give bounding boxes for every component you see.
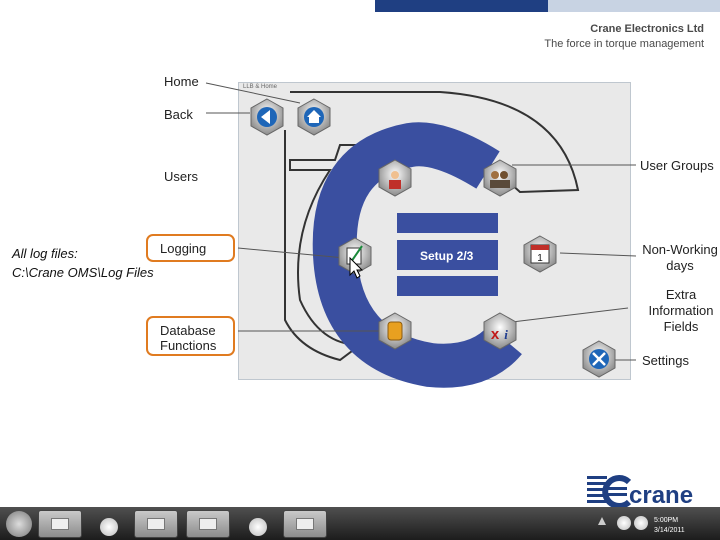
callout-non-working-line1: Non-Working (642, 242, 718, 257)
callout-logging: Logging (160, 241, 207, 256)
callout-home: Home (164, 74, 199, 89)
callout-non-working: Non-Working days (640, 242, 720, 274)
callout-non-working-line2: days (666, 258, 694, 273)
nonworking-leader (559, 252, 637, 257)
settings-icon[interactable] (582, 340, 616, 378)
callout-database-box: Database Functions (146, 316, 235, 356)
svg-text:crane: crane (629, 482, 693, 509)
extrainfo-leader (511, 307, 629, 323)
note-line1: All log files: (12, 246, 78, 261)
taskbar-button-1[interactable] (38, 510, 82, 538)
callout-database-line1: Database (160, 323, 216, 338)
center-bar-top (397, 213, 498, 233)
callout-extra-line3: Fields (663, 319, 699, 334)
calendar-icon[interactable]: 1 (523, 235, 557, 273)
callout-extra-info: Extra Information Fields (644, 287, 718, 335)
clock-time: 5:00PM (654, 517, 679, 524)
callout-back: Back (164, 107, 193, 122)
taskbar-button-3[interactable] (186, 510, 230, 538)
taskbar-dot-2[interactable] (249, 518, 267, 536)
home-icon[interactable] (297, 98, 331, 136)
svg-text:1: 1 (537, 253, 543, 264)
callout-logging-box: Logging (146, 234, 235, 262)
taskbar-dot-1[interactable] (100, 518, 118, 536)
log-files-note: All log files: C:\Crane OMS\Log Files (12, 244, 154, 282)
home-leader (205, 82, 301, 104)
note-line2: C:\Crane OMS\Log Files (12, 265, 154, 280)
back-icon[interactable] (250, 98, 284, 136)
callout-settings: Settings (642, 353, 689, 368)
taskbar (0, 507, 720, 540)
callout-extra-line2: Information (648, 303, 714, 318)
tray-icon-2[interactable] (634, 516, 648, 530)
taskbar-button-4[interactable] (283, 510, 327, 538)
callout-database-line2: Functions (160, 338, 217, 353)
tray-arrow-icon[interactable] (598, 517, 606, 525)
taskbar-button-2[interactable] (134, 510, 178, 538)
setup-label: Setup 2/3 (420, 249, 474, 263)
callout-extra-line1: Extra (665, 287, 697, 302)
callout-users: Users (164, 169, 198, 184)
clock-date: 3/14/2011 (654, 527, 685, 534)
center-bar-bottom (397, 276, 498, 296)
taskbar-clock[interactable]: 5:00PM 3/14/2011 (654, 516, 685, 536)
svg-text:x: x (491, 326, 500, 343)
tray-icon-1[interactable] (617, 516, 631, 530)
callout-user-groups: User Groups (640, 158, 714, 173)
svg-text:i: i (504, 327, 508, 342)
start-button[interactable] (6, 511, 32, 537)
